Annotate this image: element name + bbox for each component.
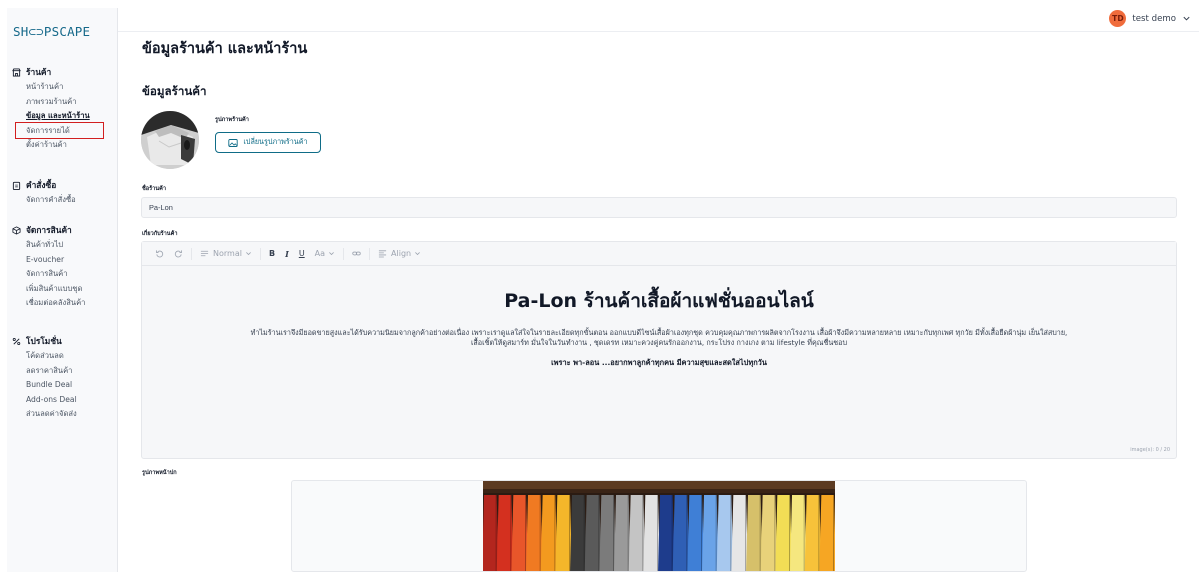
page: SH⊂⊃PSCAPE ร้านค้า หน้าร้านค้า ภาพรวมร้า… [0, 0, 1199, 572]
nav-head-label: โปรโมชั่น [26, 336, 62, 346]
bold-button[interactable]: B [264, 242, 280, 266]
redo-icon [174, 250, 182, 258]
store-icon [12, 67, 21, 77]
chevron-down-icon [329, 252, 334, 256]
redo-button[interactable] [169, 242, 188, 266]
sidebar-item-addons-deal[interactable]: Add-ons Deal [26, 393, 118, 408]
link-icon [352, 251, 361, 256]
link-button[interactable] [347, 242, 366, 266]
sidebar-item-bundle-deal[interactable]: Bundle Deal [26, 378, 118, 393]
cover-image [483, 481, 835, 571]
align-icon [378, 250, 387, 258]
undo-icon [156, 250, 164, 258]
chevron-down-icon [415, 252, 420, 256]
sidebar-item-store-settings[interactable]: ตั้งค่าร้านค้า [26, 138, 118, 153]
sidebar-item-add-bundle[interactable]: เพิ่มสินค้าแบบชุด [26, 282, 118, 297]
shopscape-logo[interactable]: SH⊂⊃PSCAPE [13, 24, 90, 39]
paragraph-icon [200, 250, 209, 257]
chevron-down-icon [246, 252, 251, 256]
toolbar-divider [343, 247, 345, 260]
sidebar-item-price-discount[interactable]: ลดราคาสินค้า [26, 364, 118, 379]
image-icon [228, 138, 239, 147]
clipboard-icon [12, 181, 21, 190]
change-store-image-label: เปลี่ยนรูปภาพร้านค้า [243, 137, 308, 146]
cover-image-label: รูปภาพหน้าปก [142, 470, 177, 476]
cover-image-box[interactable] [291, 480, 1027, 572]
cover-photo [483, 481, 835, 571]
image-count: image(s): 0 / 20 [1130, 447, 1170, 453]
sidebar-item-manage-products[interactable]: จัดการสินค้า [26, 267, 118, 282]
avatar[interactable]: TD [1109, 10, 1127, 27]
store-image-label: รูปภาพร้านค้า [215, 117, 249, 123]
format-select-label: Normal [213, 249, 242, 258]
store-name-input[interactable]: Pa-Lon [141, 197, 1177, 218]
editor-tagline: เพราะ พา-ลอน ...อยากพาลูกค้าทุกคน มีความ… [551, 358, 767, 367]
nav-head-label: คำสั่งซื้อ [26, 180, 57, 190]
main-content: ข้อมูลร้านค้า และหน้าร้าน ข้อมูลร้านค้า … [118, 32, 1199, 572]
editor-heading: Pa-Lon ร้านค้าเสื้อผ้าแฟชั่นออนไลน์ [504, 290, 814, 312]
change-store-image-button[interactable]: เปลี่ยนรูปภาพร้านค้า [215, 132, 321, 153]
font-size-label: Aa [314, 249, 326, 258]
sidebar-item-store-overview[interactable]: ภาพรวมร้านค้า [26, 95, 118, 110]
active-item-highlight [15, 122, 104, 139]
sidebar-item-evoucher[interactable]: E-voucher [26, 253, 118, 268]
nav-head-label: จัดการสินค้า [26, 225, 72, 235]
nav-head-promotions[interactable]: โปรโมชั่น [7, 333, 118, 349]
sidebar-item-general-products[interactable]: สินค้าทั่วไป [26, 238, 118, 253]
editor-paragraph-line-2: เสื้อเชิ้ตให้ดูสมาร์ท มั่นใจในวันทำงาน ,… [470, 338, 848, 347]
align-select[interactable]: Align [373, 242, 426, 266]
font-size-select[interactable]: Aa [310, 242, 340, 266]
page-title: ข้อมูลร้านค้า และหน้าร้าน [142, 41, 308, 57]
hanging-shirt [819, 495, 835, 571]
nav-head-products[interactable]: จัดการสินค้า [7, 222, 118, 238]
nav-section-orders: คำสั่งซื้อ จัดการคำสั่งซื้อ [7, 177, 118, 208]
section-title: ข้อมูลร้านค้า [142, 84, 207, 98]
about-store-editor[interactable]: Normal B I U Aa Align Pa-Lon ร้านค้าเสื้… [141, 241, 1177, 459]
underline-button[interactable]: U [294, 242, 310, 266]
nav-section-products: จัดการสินค้า สินค้าทั่วไป E-voucher จัดก… [7, 222, 118, 311]
sidebar-item-discount-code[interactable]: โค้ดส่วนลด [26, 349, 118, 364]
nav-head-store[interactable]: ร้านค้า [7, 64, 118, 80]
undo-button[interactable] [150, 242, 169, 266]
sidebar-item-shipping-discount[interactable]: ส่วนลดค่าจัดส่ง [26, 407, 118, 422]
toolbar-divider [369, 247, 371, 260]
percent-icon [12, 337, 21, 345]
store-name-label: ชื่อร้านค้า [142, 186, 167, 192]
toolbar-divider [191, 247, 192, 260]
align-select-label: Align [391, 249, 412, 258]
chevron-down-icon[interactable] [1182, 14, 1191, 23]
box-icon [12, 225, 21, 235]
user-menu[interactable]: TD test demo [1109, 10, 1191, 27]
sidebar-item-storefront[interactable]: หน้าร้านค้า [26, 80, 118, 95]
italic-button[interactable]: I [280, 242, 294, 266]
sidebar: SH⊂⊃PSCAPE ร้านค้า หน้าร้านค้า ภาพรวมร้า… [7, 8, 118, 572]
user-name[interactable]: test demo [1132, 14, 1176, 24]
nav-head-label: ร้านค้า [26, 67, 52, 77]
topbar: TD test demo [118, 8, 1199, 32]
format-select[interactable]: Normal [195, 242, 257, 266]
toolbar-divider [259, 247, 261, 260]
sidebar-item-manage-orders[interactable]: จัดการคำสั่งซื้อ [26, 193, 118, 208]
sidebar-item-warehouse[interactable]: เชื่อมต่อคลังสินค้า [26, 296, 118, 311]
store-image [141, 111, 199, 169]
nav-section-store: ร้านค้า หน้าร้านค้า ภาพรวมร้านค้า ข้อมูล… [7, 64, 118, 153]
editor-toolbar: Normal B I U Aa Align [142, 242, 1176, 266]
store-photo [141, 111, 199, 169]
nav-head-orders[interactable]: คำสั่งซื้อ [7, 177, 118, 193]
nav-section-promotions: โปรโมชั่น โค้ดส่วนลด ลดราคาสินค้า Bundle… [7, 333, 118, 422]
about-store-label: เกี่ยวกับร้านค้า [142, 231, 178, 237]
